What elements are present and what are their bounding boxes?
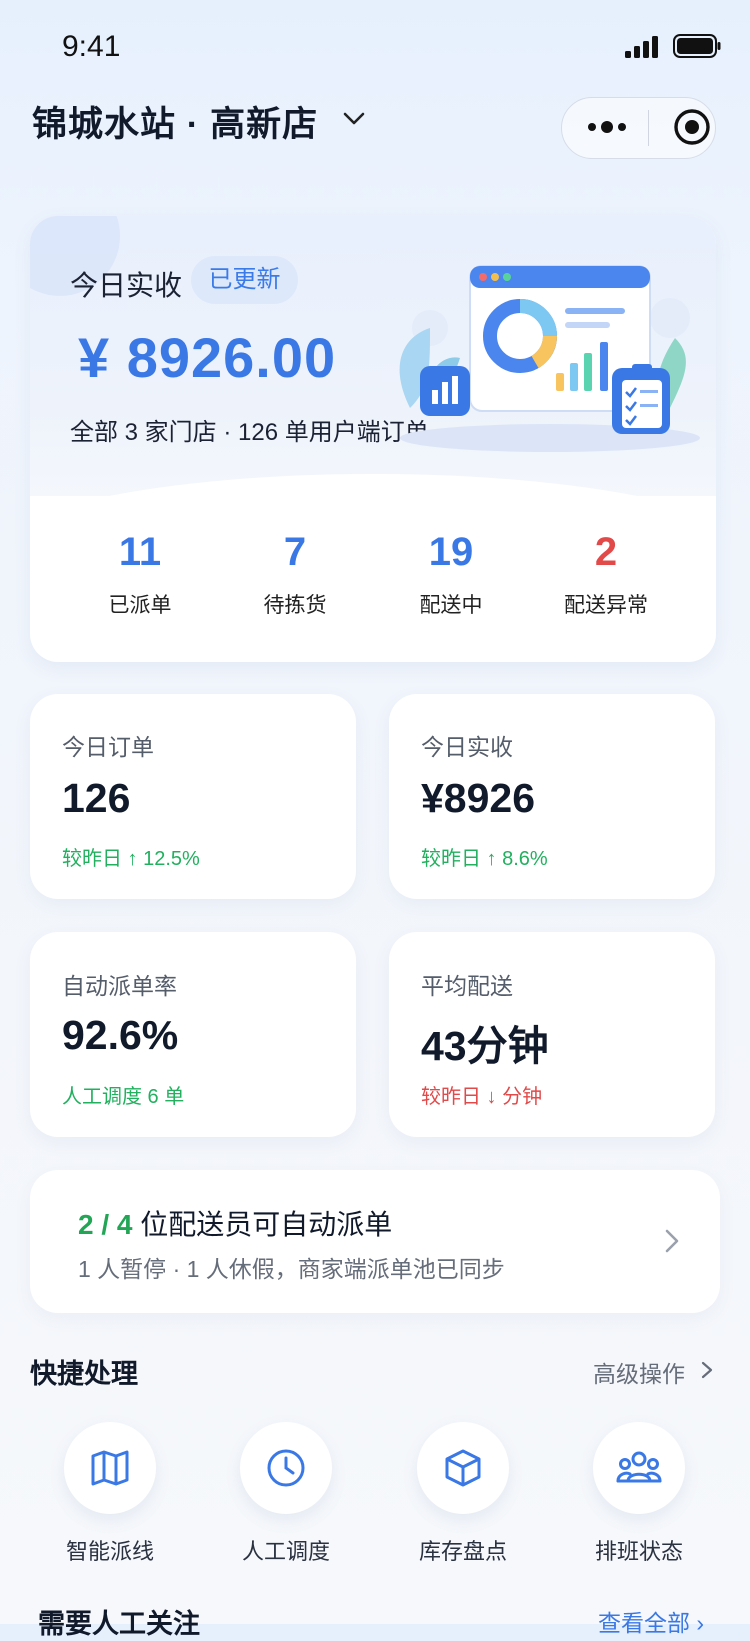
rider-status-text: 位配送员可自动派单	[132, 1209, 393, 1240]
metric-value: 92.6%	[62, 1012, 179, 1058]
attention-section-title: 需要人工关注	[38, 1609, 200, 1639]
metric-label: 今日订单	[62, 734, 154, 760]
quick-action-inventory[interactable]: 库存盘点	[403, 1422, 523, 1566]
rider-status-line: 2 / 4 位配送员可自动派单	[78, 1203, 392, 1243]
quick-section-title: 快捷处理	[30, 1359, 138, 1389]
quick-action-schedule[interactable]: 排班状态	[579, 1422, 699, 1566]
stat-delivering[interactable]: 19 配送中	[381, 530, 521, 619]
stat-value: 11	[118, 530, 162, 574]
metric-label: 自动派单率	[62, 973, 177, 999]
stat-label: 已派单	[108, 594, 172, 617]
capsule-divider	[648, 110, 649, 146]
hero-label: 今日实收	[70, 270, 183, 301]
rider-detail: 1 人暂停 · 1 人休假，商家端派单池已同步	[78, 1256, 505, 1282]
stat-label: 待拣货	[263, 594, 327, 617]
quick-action-label: 排班状态	[594, 1539, 683, 1564]
quick-action-manual-dispatch[interactable]: 人工调度	[226, 1422, 346, 1566]
metric-delta: 较昨日 ↑ 8.6%	[421, 848, 548, 870]
quick-action-label: 库存盘点	[418, 1539, 507, 1564]
revenue-amount: ¥ 8926.00	[78, 326, 337, 389]
metric-label: 平均配送	[421, 973, 513, 999]
metric-value: ¥8926	[421, 775, 536, 821]
chevron-right-icon[interactable]	[701, 1361, 713, 1379]
metric-value: 43分钟	[421, 1023, 549, 1069]
quick-action-label: 人工调度	[241, 1539, 330, 1564]
stat-label: 配送异常	[564, 594, 648, 617]
box-icon	[417, 1422, 509, 1514]
team-icon	[593, 1422, 685, 1514]
metric-delta: 较昨日 ↑ 12.5%	[62, 848, 200, 870]
quick-action-label: 智能派线	[65, 1539, 154, 1564]
stat-dispatched[interactable]: 11 已派单	[70, 530, 210, 619]
status-time: 9:41	[62, 30, 121, 63]
stat-label: 配送中	[419, 594, 483, 617]
advanced-ops-link[interactable]: 高级操作	[593, 1355, 685, 1389]
store-selector-title[interactable]: 锦城水站 · 高新店	[32, 96, 318, 147]
stat-value: 19	[428, 530, 474, 574]
metric-delta: 较昨日 ↓ 分钟	[421, 1086, 543, 1108]
stat-value: 7	[283, 530, 307, 574]
stat-exception[interactable]: 2 配送异常	[536, 530, 676, 619]
rider-ratio: 2 / 4	[78, 1209, 133, 1240]
more-icon[interactable]	[586, 118, 628, 136]
map-icon	[64, 1422, 156, 1514]
dashboard-illustration-icon	[399, 265, 700, 452]
clock-icon	[240, 1422, 332, 1514]
metric-delta: 人工调度 6 单	[62, 1086, 185, 1108]
chevron-down-icon[interactable]	[343, 112, 365, 126]
signal-icon	[625, 36, 658, 58]
updated-badge: 已更新	[191, 256, 298, 304]
view-all-link[interactable]: 查看全部 ›	[598, 1604, 704, 1638]
metric-value: 126	[62, 775, 131, 821]
metric-label: 今日实收	[421, 734, 513, 760]
chevron-right-icon[interactable]	[664, 1228, 680, 1254]
close-target-icon[interactable]	[673, 108, 711, 146]
stat-value: 2	[594, 530, 618, 574]
battery-icon	[673, 34, 721, 58]
stat-picking[interactable]: 7 待拣货	[225, 530, 365, 619]
store-order-summary: 全部 3 家门店 · 126 单用户端订单	[70, 419, 429, 446]
quick-action-smart-route[interactable]: 智能派线	[50, 1422, 170, 1566]
